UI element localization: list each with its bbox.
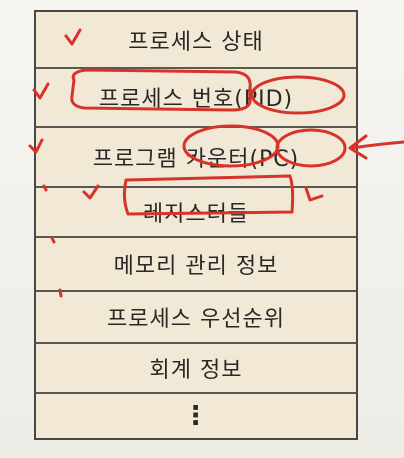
pcb-table: 프로세스 상태 프로세스 번호(PID) 프로그램 카운터(PC) 레지스터들 … (34, 10, 358, 440)
field-process-state: 프로세스 상태 (36, 12, 356, 69)
field-label: 프로세스 번호(PID) (98, 87, 294, 112)
field-more: ⋮ (36, 394, 356, 438)
field-accounting: 회계 정보 (36, 344, 356, 394)
field-label: 메모리 관리 정보 (113, 254, 279, 279)
slide-stage: 프로세스 상태 프로세스 번호(PID) 프로그램 카운터(PC) 레지스터들 … (0, 0, 404, 458)
field-label: 프로그램 카운터(PC) (92, 147, 300, 172)
ellipsis: ⋮ (182, 401, 210, 431)
field-registers: 레지스터들 (36, 188, 356, 238)
arrow-icon (350, 140, 404, 150)
field-label: 레지스터들 (142, 202, 250, 227)
field-program-counter: 프로그램 카운터(PC) (36, 128, 356, 188)
field-label: 회계 정보 (149, 358, 243, 383)
field-priority: 프로세스 우선순위 (36, 292, 356, 344)
field-process-id: 프로세스 번호(PID) (36, 68, 356, 128)
field-memory-info: 메모리 관리 정보 (36, 238, 356, 292)
field-label: 프로세스 상태 (128, 29, 264, 55)
field-label: 프로세스 우선순위 (107, 307, 285, 332)
